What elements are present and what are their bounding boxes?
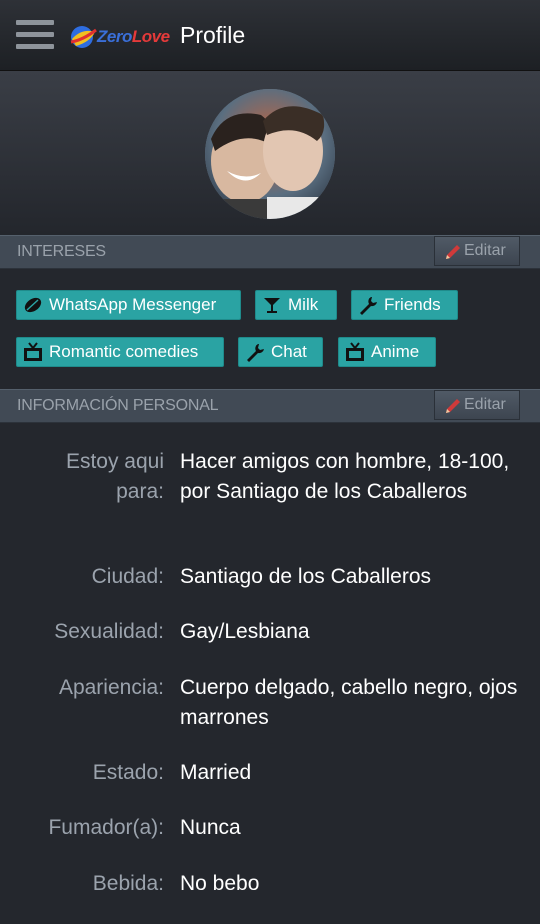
info-label: Fumador(a): [48,816,164,839]
info-value: Hacer amigos con hombre, 18-100, por San… [180,450,510,503]
edit-interests-label: Editar [464,242,506,259]
logo-globe-icon [70,26,97,48]
hamburger-menu-icon[interactable] [16,20,54,52]
tv-icon [22,341,44,363]
edit-personal-info-label: Editar [464,396,506,413]
interest-chip-label: Romantic comedies [49,342,199,361]
cocktail-icon [261,294,283,316]
info-label: Apariencia: [58,676,164,699]
info-label: Ciudad: [91,565,164,588]
interest-chip-anime[interactable]: Anime [338,337,436,367]
page-title: Profile [180,22,246,48]
personal-info-header: INFORMACIÓN PERSONAL Editar [0,389,540,423]
wrench-icon [357,294,379,316]
logo-text-love: Love [131,27,170,46]
app-bar: ZeroLove Profile [0,0,540,71]
info-value: Married [180,761,252,784]
interest-chip-label: Milk [288,295,319,314]
info-label: Bebida: [92,872,164,895]
interest-chip-label: Chat [271,342,307,361]
logo-text-zero: Zero [97,27,132,46]
leaf-icon [22,294,44,316]
interest-chip-whatsapp[interactable]: WhatsApp Messenger [16,290,241,320]
info-label: Estoy aqui para: [65,450,164,503]
interest-chip-friends[interactable]: Friends [351,290,458,320]
info-value: Santiago de los Caballeros [180,565,431,588]
interest-chip-milk[interactable]: Milk [255,290,337,320]
interest-chip-label: WhatsApp Messenger [49,295,217,314]
pencil-icon [446,245,460,259]
interest-chip-chat[interactable]: Chat [238,337,323,367]
edit-personal-info-button[interactable]: Editar [434,390,520,420]
interest-chip-label: Anime [371,342,420,361]
info-value: Nunca [180,816,241,839]
edit-interests-button[interactable]: Editar [434,236,520,266]
info-value: Cuerpo delgado, cabello negro, ojos marr… [180,676,518,729]
info-value: No bebo [180,872,260,895]
info-label: Sexualidad: [54,620,164,643]
profile-hero [0,71,540,235]
interest-chip-romantic-comedies[interactable]: Romantic comedies [16,337,224,367]
info-label: Estado: [92,761,164,784]
personal-info-heading: INFORMACIÓN PERSONAL [17,397,219,414]
pencil-icon [446,399,460,413]
avatar-photo [205,89,335,219]
interests-heading: INTERESES [17,243,106,260]
tv-icon [344,341,366,363]
zerolove-logo: ZeroLove [68,22,170,52]
info-value: Gay/Lesbiana [180,620,310,643]
interest-chip-label: Friends [384,295,441,314]
wrench-icon [244,341,266,363]
interests-header: INTERESES Editar [0,235,540,269]
avatar[interactable] [205,89,335,219]
